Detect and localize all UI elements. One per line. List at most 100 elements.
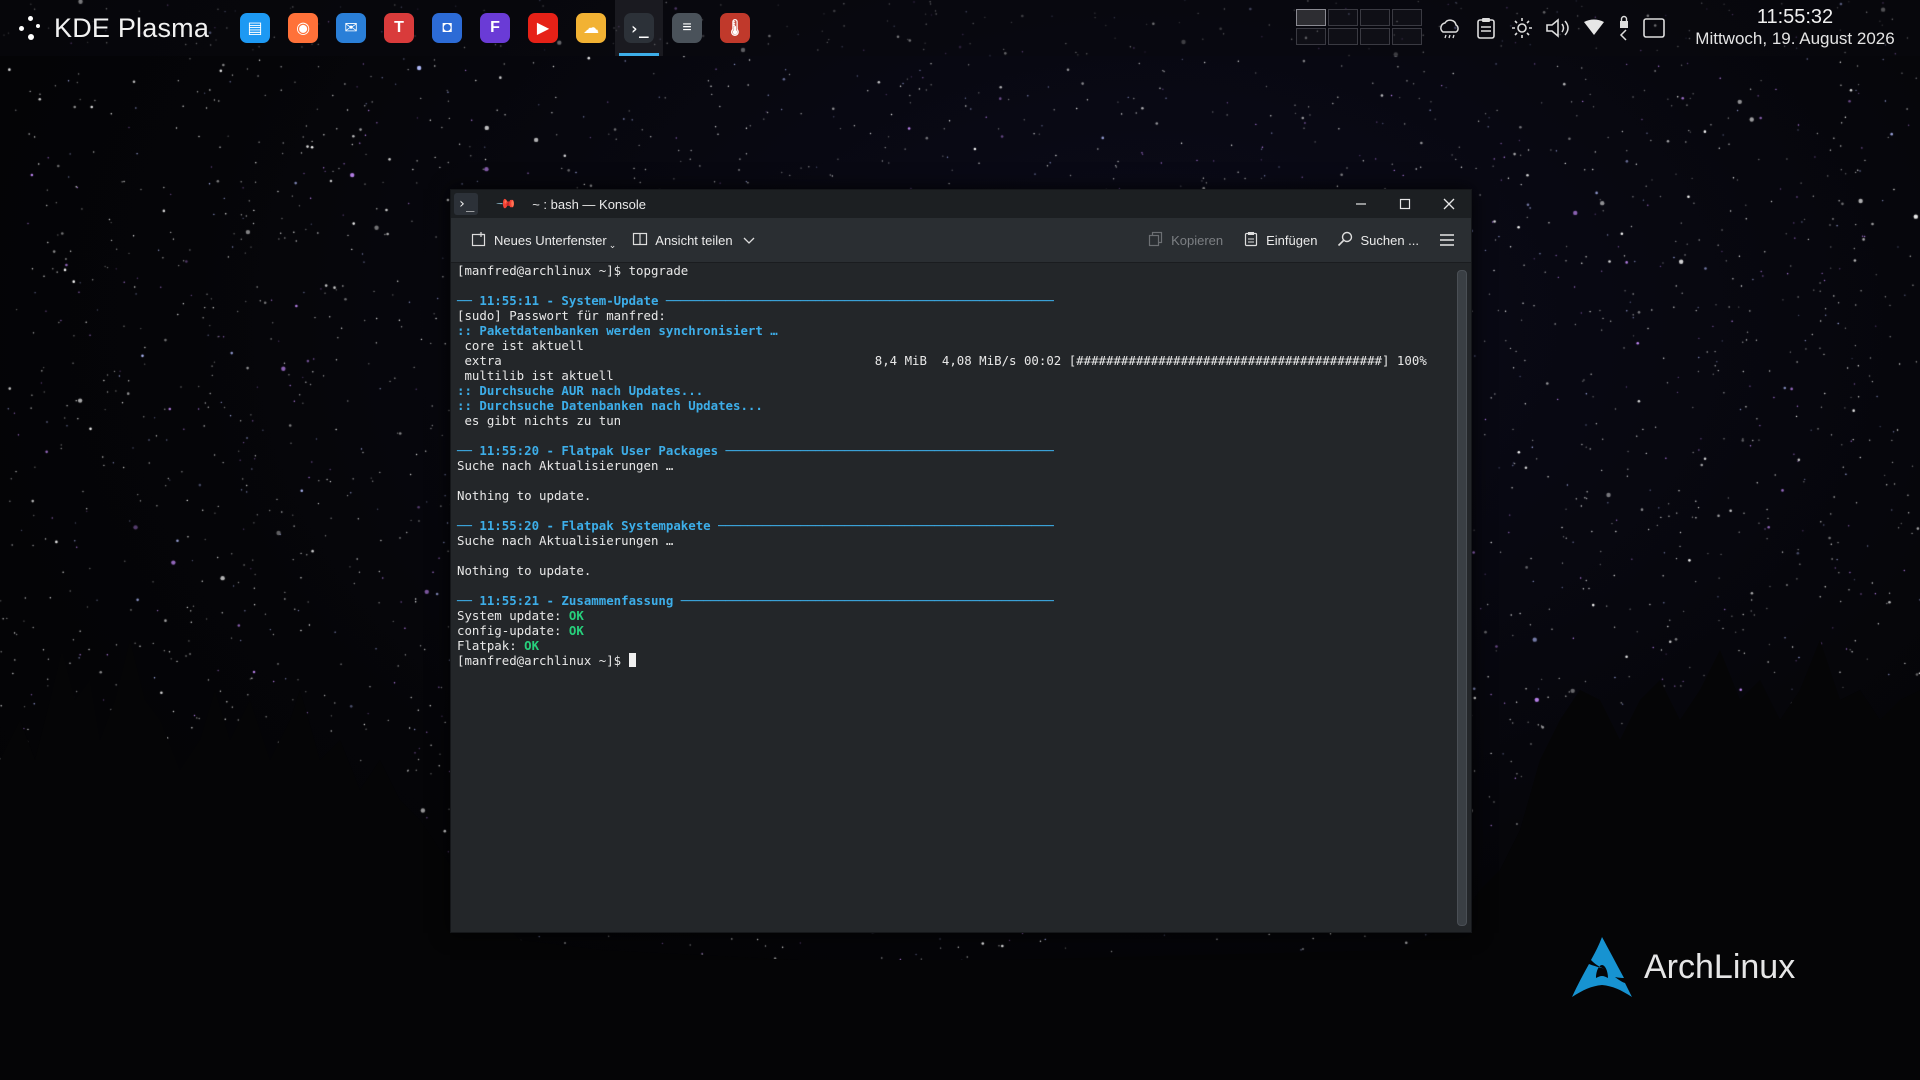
window-title: ~ : bash — Konsole xyxy=(532,196,647,212)
terminal-line: extra 8,4 MiB 4,08 MiB/s 00:02 [########… xyxy=(457,353,1452,368)
launcher-label: KDE Plasma xyxy=(54,12,210,43)
top-panel: KDE Plasma ▤ ◉ ✉ T ◘ F ▶ ☁ ›_ ≡ 🌡 11:55:… xyxy=(0,0,1920,56)
terminal-line: es gibt nichts zu tun xyxy=(457,413,1452,428)
volume-icon[interactable] xyxy=(1540,0,1576,56)
summary-line: config-update: OK xyxy=(457,623,1452,638)
firefox-icon: ◉ xyxy=(288,13,319,43)
clipboard-icon[interactable] xyxy=(1468,0,1504,56)
task-youtube[interactable]: ▶ xyxy=(519,0,567,56)
split-view-button[interactable]: Ansicht teilen xyxy=(626,224,760,256)
desktop-2[interactable] xyxy=(1328,9,1358,26)
terminal-line-text: Suche nach Aktualisierungen … xyxy=(457,458,674,473)
copy-icon xyxy=(1148,231,1164,250)
terminal-line: Suche nach Aktualisierungen … xyxy=(457,458,1452,473)
hamburger-menu-icon xyxy=(1440,234,1454,246)
expand-tray-icon[interactable] xyxy=(1619,29,1629,41)
terminal-line: core ist aktuell xyxy=(457,338,1452,353)
youtube-icon: ▶ xyxy=(528,13,559,43)
terminal-line-text: Nothing to update. xyxy=(457,563,592,578)
summary-status: OK xyxy=(524,638,540,653)
brightness-icon[interactable] xyxy=(1504,0,1540,56)
minimize-icon xyxy=(1356,203,1366,205)
desktop-5[interactable] xyxy=(1296,28,1326,45)
hamburger-menu-button[interactable] xyxy=(1433,224,1461,256)
terminal-line-text: ── 11:55:20 - Flatpak User Packages ────… xyxy=(457,443,1054,458)
desktop-8[interactable] xyxy=(1392,28,1422,45)
arch-logo-icon xyxy=(1572,937,1632,997)
terminal-line-text: multilib ist aktuell xyxy=(457,368,614,383)
weather-icon[interactable] xyxy=(1432,0,1468,56)
desktop-1[interactable] xyxy=(1296,9,1326,26)
new-tab-label: Neues Unterfenster xyxy=(494,232,607,248)
network-icon[interactable] xyxy=(1576,0,1612,56)
digital-clock[interactable]: 11:55:32 Mittwoch, 19. August 2026 xyxy=(1690,6,1900,50)
minimize-button[interactable] xyxy=(1339,190,1383,218)
terminal-line: [manfred@archlinux ~]$ topgrade xyxy=(457,263,1452,278)
summary-line: System update: OK xyxy=(457,608,1452,623)
task-discover[interactable]: ◘ xyxy=(423,0,471,56)
konsole-toolbar: Neues Unterfenster ⌄ Ansicht teilen Kopi… xyxy=(451,218,1471,263)
purple-app-icon: F xyxy=(480,13,511,43)
search-icon xyxy=(1337,231,1353,250)
summary-label: config-update: xyxy=(457,623,569,638)
terminal-line: ── 11:55:21 - Zusammenfassung ──────────… xyxy=(457,593,1452,608)
close-button[interactable] xyxy=(1427,190,1471,218)
desktop-3[interactable] xyxy=(1360,9,1390,26)
task-firefox[interactable]: ◉ xyxy=(279,0,327,56)
terminal-output[interactable]: [manfred@archlinux ~]$ topgrade ── 11:55:… xyxy=(451,263,1452,931)
task-settings[interactable]: ≡ xyxy=(663,0,711,56)
terminal-line: :: Durchsuche Datenbanken nach Updates..… xyxy=(457,398,1452,413)
desktop-7[interactable] xyxy=(1360,28,1390,45)
terminal-line-text: es gibt nichts zu tun xyxy=(457,413,622,428)
terminal-line: :: Paketdatenbanken werden synchronisier… xyxy=(457,323,1452,338)
task-app-red[interactable]: T xyxy=(375,0,423,56)
task-thunderbird[interactable]: ✉ xyxy=(327,0,375,56)
terminal-scrollbar[interactable] xyxy=(1457,270,1467,926)
terminal-line: multilib ist aktuell xyxy=(457,368,1452,383)
task-weather[interactable]: ☁ xyxy=(567,0,615,56)
application-launcher[interactable]: KDE Plasma xyxy=(16,0,209,56)
summary-label: System update: xyxy=(457,608,569,623)
archlinux-logo: ArchLinux xyxy=(1570,935,1795,999)
paste-button[interactable]: Einfügen xyxy=(1237,224,1323,256)
desktop-6[interactable] xyxy=(1328,28,1358,45)
pin-icon[interactable]: 📌 xyxy=(495,193,517,216)
clock-date: Mittwoch, 19. August 2026 xyxy=(1695,29,1895,48)
show-desktop-icon[interactable] xyxy=(1636,0,1672,56)
copy-label: Kopieren xyxy=(1171,232,1224,248)
terminal-line: ── 11:55:11 - System-Update ────────────… xyxy=(457,293,1452,308)
terminal-line-text: Suche nach Aktualisierungen … xyxy=(457,533,674,548)
new-tab-dropdown-icon[interactable]: ⌄ xyxy=(609,240,617,251)
summary-label: Flatpak: xyxy=(457,638,525,653)
terminal-line: ── 11:55:20 - Flatpak Systempakete ─────… xyxy=(457,518,1452,533)
virtual-desktop-pager[interactable] xyxy=(1296,9,1422,45)
copy-button[interactable]: Kopieren xyxy=(1142,224,1229,256)
settings-sliders-icon: ≡ xyxy=(672,13,703,43)
thermometer-icon: 🌡 xyxy=(720,13,751,43)
task-thermometer[interactable]: 🌡 xyxy=(711,0,759,56)
terminal-line-text: [sudo] Passwort für manfred: xyxy=(457,308,666,323)
search-button[interactable]: Suchen ... xyxy=(1331,224,1425,256)
maximize-button[interactable] xyxy=(1383,190,1427,218)
system-tray xyxy=(1432,0,1672,56)
summary-status: OK xyxy=(568,608,584,623)
konsole-app-icon[interactable]: ›_ xyxy=(454,193,478,215)
desktop-4[interactable] xyxy=(1392,9,1422,26)
task-konsole[interactable]: ›_ xyxy=(615,0,664,56)
discover-bag-icon: ◘ xyxy=(432,13,463,43)
window-titlebar[interactable]: ›_ 📌 ~ : bash — Konsole xyxy=(451,190,1471,218)
split-view-icon xyxy=(632,231,648,250)
terminal-line-text: :: Paketdatenbanken werden synchronisier… xyxy=(457,323,778,338)
terminal-line-text: core ist aktuell xyxy=(457,338,584,353)
task-dolphin[interactable]: ▤ xyxy=(231,0,279,56)
new-tab-button[interactable]: Neues Unterfenster ⌄ xyxy=(465,224,622,256)
thunderbird-icon: ✉ xyxy=(336,13,367,43)
lock-icon[interactable] xyxy=(1612,0,1636,56)
weather-cloud-icon: ☁ xyxy=(576,13,607,43)
chevron-down-icon[interactable] xyxy=(743,233,755,248)
task-app-purple[interactable]: F xyxy=(471,0,519,56)
